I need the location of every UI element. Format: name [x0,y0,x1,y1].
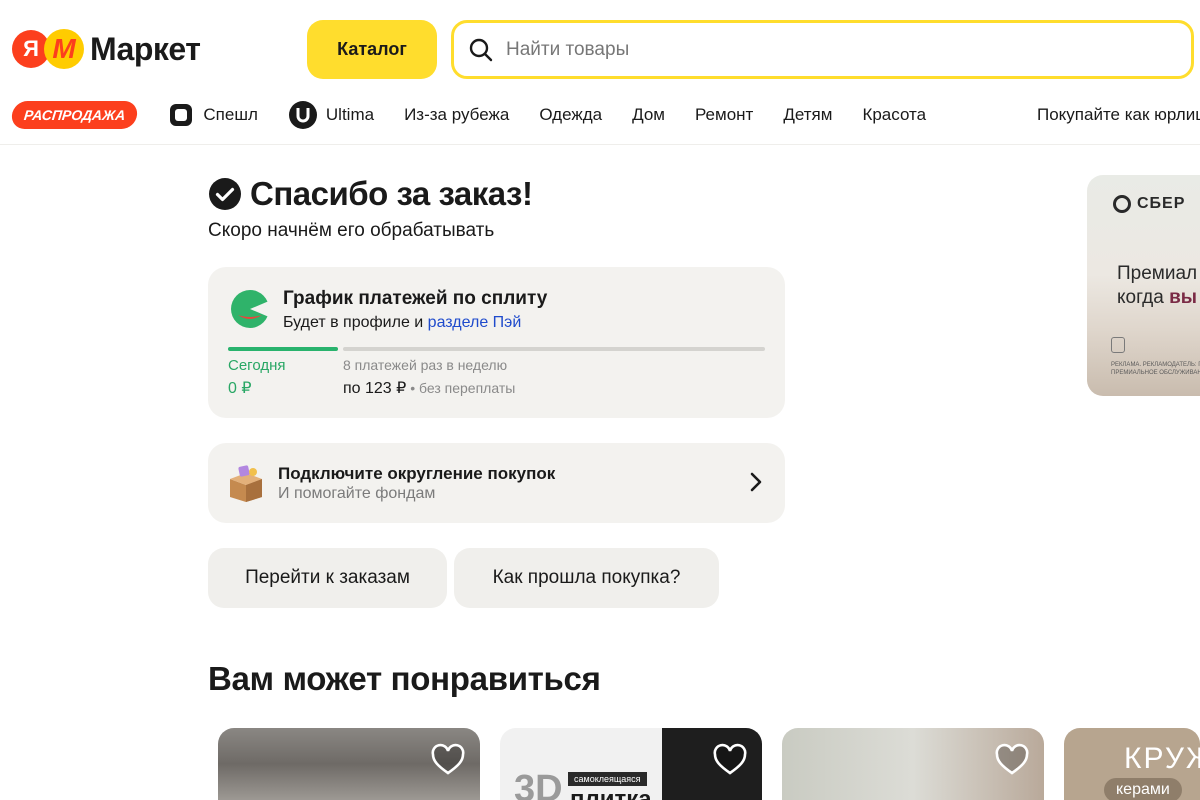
ad-headline-2-accent: вы [1169,287,1198,308]
logo-text: Маркет [90,30,201,67]
market-m-icon: М [44,29,84,69]
nav-item-business[interactable]: Покупайте как юрлицо [1037,105,1200,125]
split-subtitle: Будет в профиле и разделе Пэй [283,314,521,332]
search-icon [469,38,493,61]
sber-logo: СБЕР [1113,195,1185,213]
category-nav: РАСПРОДАЖА Спешл Ultima Из-за рубежа Оде… [10,96,1200,134]
product-card[interactable]: 3D самоклеящаяся плитка [500,728,762,800]
favorite-heart-icon[interactable] [994,742,1030,778]
special-icon [167,101,195,129]
product-image-3d-text: 3D [514,768,563,800]
search-input[interactable] [506,38,1126,61]
split-title: График платежей по сплиту [283,288,548,309]
nav-item-beauty[interactable]: Красота [862,105,926,125]
recommendations-title: Вам может понравиться [208,660,601,697]
nav-item-repair[interactable]: Ремонт [695,105,753,125]
search-box[interactable] [451,20,1194,79]
today-label: Сегодня [228,357,286,374]
ad-headline-1: Премиал [1117,263,1198,284]
ad-headline-2-prefix: когда [1117,287,1170,308]
nav-item-label: Спешл [203,105,258,124]
ad-brand: СБЕР [1137,195,1186,212]
progress-today-bar [228,347,338,351]
schedule-payment: по 123 ₽ [343,380,407,397]
sber-logo-icon [1113,195,1131,213]
purchase-feedback-button[interactable]: Как прошла покупка? [454,548,719,608]
header: Я М Маркет Каталог РАСПРОДАЖА Спешл [0,0,1200,145]
nav-item-special[interactable]: Спешл [167,101,258,129]
split-logo-icon [231,290,270,328]
go-to-orders-button[interactable]: Перейти к заказам [208,548,447,608]
check-circle-icon [209,178,241,210]
ad-fine-print: РЕКЛАМА. РЕКЛАМОДАТЕЛЬ: ПАО СБ ПРЕМИАЛЬН… [1111,362,1200,376]
product-card[interactable] [782,728,1044,800]
schedule-amount: по 123 ₽ • без переплаты [343,378,515,398]
product-image-badge: самоклеящаяся [568,772,647,786]
split-subtitle-text: Будет в профиле и [283,314,428,331]
nav-item-label: Ultima [325,105,375,124]
roundup-title: Подключите округление покупок [278,464,556,483]
nav-sale-badge[interactable]: РАСПРОДАЖА [10,101,139,129]
roundup-subtitle: И помогайте фондам [278,485,436,502]
ultima-icon [288,100,318,130]
split-schedule-card: График платежей по сплиту Будет в профил… [208,267,785,418]
order-confirmation-heading: Спасибо за заказ! [208,175,533,213]
sber-ad-banner[interactable]: СБЕР Премиал когда вы РЕКЛАМА. РЕКЛАМОДА… [1087,175,1200,396]
catalog-button[interactable]: Каталог [307,20,437,79]
market-logo[interactable]: Я М Маркет [12,29,201,69]
favorite-heart-icon[interactable] [712,742,748,778]
ad-headline-2: когда вы [1117,287,1197,309]
product-card[interactable] [218,728,480,800]
product-card[interactable]: КРУЖ керами [1064,728,1200,800]
schedule-note: • без переплаты [406,380,516,396]
ad-info-icon [1111,337,1125,353]
today-amount: 0 ₽ [228,380,252,397]
nav-item-ultima[interactable]: Ultima [288,100,374,130]
nav-item-kids[interactable]: Детям [783,105,832,125]
chevron-right-icon [750,472,762,492]
page-title: Спасибо за заказ! [250,175,533,212]
roundup-card[interactable]: Подключите округление покупок И помогайт… [208,443,785,523]
gift-box-icon [230,465,262,502]
product-image-word: плитка [570,786,652,800]
nav-item-clothes[interactable]: Одежда [539,105,602,125]
order-subtitle: Скоро начнём его обрабатывать [208,220,495,241]
nav-item-home[interactable]: Дом [632,105,665,125]
progress-remaining-bar [343,347,765,351]
nav-item-abroad[interactable]: Из-за рубежа [404,105,509,125]
product-image-badge: керами [1104,778,1182,800]
schedule-label: 8 платежей раз в неделю [343,357,508,373]
pay-section-link[interactable]: разделе Пэй [428,314,522,331]
favorite-heart-icon[interactable] [430,742,466,778]
product-image-title: КРУЖ [1124,742,1200,775]
